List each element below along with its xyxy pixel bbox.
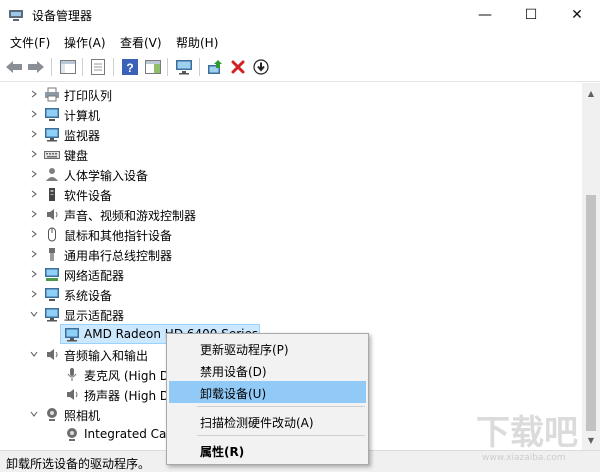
chevron-right-icon[interactable] xyxy=(28,88,40,100)
mouse-icon xyxy=(48,227,56,242)
keyboard-icon xyxy=(44,151,60,159)
forward-icon[interactable] xyxy=(26,57,46,77)
hid-icon xyxy=(46,168,58,181)
chevron-down-icon[interactable] xyxy=(28,408,40,420)
printer-icon xyxy=(45,87,59,102)
tree-node-monitors[interactable]: 监视器 xyxy=(0,124,582,144)
scrollbar-thumb[interactable] xyxy=(586,195,596,431)
chevron-right-icon[interactable] xyxy=(28,208,40,220)
display-adapter-icon xyxy=(45,308,59,322)
disable-device-icon[interactable] xyxy=(251,57,271,77)
chevron-right-icon[interactable] xyxy=(28,168,40,180)
webcam-icon xyxy=(67,428,77,441)
minimize-button[interactable]: — xyxy=(462,0,508,30)
chevron-right-icon[interactable] xyxy=(28,128,40,140)
help-icon[interactable]: ? xyxy=(120,57,140,77)
show-hide-console-tree-icon[interactable] xyxy=(58,57,78,77)
back-icon[interactable] xyxy=(4,57,24,77)
uninstall-x-icon[interactable] xyxy=(228,57,248,77)
chevron-right-icon[interactable] xyxy=(28,108,40,120)
chevron-right-icon[interactable] xyxy=(28,228,40,240)
audio-icon xyxy=(47,349,58,360)
tree-node-hid[interactable]: 人体学输入设备 xyxy=(0,164,582,184)
menu-action[interactable]: 操作(A) xyxy=(64,34,106,51)
action-pane-icon[interactable] xyxy=(143,57,163,77)
tree-node-sound-video-game[interactable]: 声音、视频和游戏控制器 xyxy=(0,204,582,224)
chevron-right-icon[interactable] xyxy=(28,288,40,300)
menu-help[interactable]: 帮助(H) xyxy=(176,34,218,51)
menu-update-driver[interactable]: 更新驱动程序(P) xyxy=(169,337,366,359)
toolbar-separator xyxy=(113,58,114,76)
speaker-icon xyxy=(47,209,58,220)
scan-hardware-icon[interactable] xyxy=(174,57,194,77)
system-icon xyxy=(45,288,59,301)
scroll-up-arrow-icon[interactable]: ▲ xyxy=(582,85,600,101)
watermark-text: 下载吧 xyxy=(476,413,578,453)
window-title: 设备管理器 xyxy=(32,9,93,23)
maximize-button[interactable]: ☐ xyxy=(508,0,554,30)
toolbar-separator xyxy=(199,58,200,76)
menu-separator xyxy=(197,406,365,407)
properties-icon[interactable] xyxy=(88,57,108,77)
tree-node-print-queues[interactable]: 打印队列 xyxy=(0,84,582,104)
tree-node-software-devices[interactable]: 软件设备 xyxy=(0,184,582,204)
status-text: 卸载所选设备的驱动程序。 xyxy=(6,457,151,471)
watermark-logo: 下载吧 www.xiazaiba.com xyxy=(476,413,578,463)
update-driver-icon[interactable] xyxy=(205,57,225,77)
toolbar-separator xyxy=(167,58,168,76)
tree-node-keyboards[interactable]: 键盘 xyxy=(0,144,582,164)
microphone-icon xyxy=(67,368,77,381)
device-manager-icon xyxy=(9,10,23,21)
svg-text:?: ? xyxy=(126,61,133,75)
menu-bar: 文件(F) 操作(A) 查看(V) 帮助(H) xyxy=(0,30,600,52)
menu-scan-hardware[interactable]: 扫描检测硬件改动(A) xyxy=(169,410,366,432)
vertical-scrollbar[interactable]: ▲ ▼ xyxy=(582,83,600,450)
tree-node-mice[interactable]: 鼠标和其他指针设备 xyxy=(0,224,582,244)
menu-view[interactable]: 查看(V) xyxy=(120,34,162,51)
menu-properties[interactable]: 属性(R) xyxy=(169,439,366,461)
menu-file[interactable]: 文件(F) xyxy=(10,34,50,51)
tree-node-network-adapters[interactable]: 网络适配器 xyxy=(0,264,582,284)
speaker-device-icon xyxy=(67,389,78,400)
context-menu: 更新驱动程序(P) 禁用设备(D) 卸载设备(U) 扫描检测硬件改动(A) 属性… xyxy=(166,333,369,465)
chevron-down-icon[interactable] xyxy=(28,308,40,320)
chevron-right-icon[interactable] xyxy=(28,148,40,160)
monitor-icon xyxy=(45,128,59,142)
toolbar-separator xyxy=(82,58,83,76)
close-button[interactable]: ✕ xyxy=(554,0,600,30)
camera-icon xyxy=(47,408,57,421)
toolbar: ? xyxy=(0,52,600,82)
chevron-right-icon[interactable] xyxy=(28,188,40,200)
tree-node-display-adapters[interactable]: 显示适配器 xyxy=(0,304,582,324)
title-bar: 设备管理器 — ☐ ✕ xyxy=(0,0,600,30)
tree-node-computer[interactable]: 计算机 xyxy=(0,104,582,124)
software-device-icon xyxy=(49,188,55,201)
network-icon xyxy=(45,268,59,281)
toolbar-separator xyxy=(51,58,52,76)
tree-node-usb-controllers[interactable]: 通用串行总线控制器 xyxy=(0,244,582,264)
tree-node-system-devices[interactable]: 系统设备 xyxy=(0,284,582,304)
chevron-down-icon[interactable] xyxy=(28,348,40,360)
menu-separator xyxy=(197,435,365,436)
watermark-subtext: www.xiazaiba.com xyxy=(482,453,566,463)
gpu-icon xyxy=(65,328,79,342)
chevron-right-icon[interactable] xyxy=(28,248,40,260)
chevron-right-icon[interactable] xyxy=(28,268,40,280)
menu-uninstall-device[interactable]: 卸载设备(U) xyxy=(169,381,366,403)
menu-disable-device[interactable]: 禁用设备(D) xyxy=(169,359,366,381)
usb-icon xyxy=(49,248,55,261)
computer-icon xyxy=(45,108,59,121)
